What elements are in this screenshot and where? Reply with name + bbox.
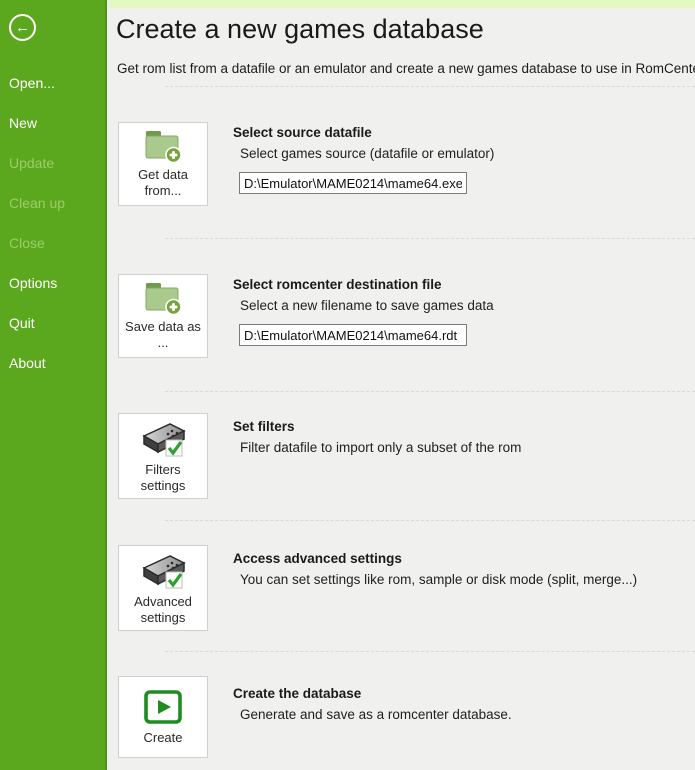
sidebar-item-close: Close xyxy=(0,223,105,263)
save-data-as-button[interactable]: Save data as ... xyxy=(118,274,208,358)
sidebar-item-open[interactable]: Open... xyxy=(0,63,105,103)
section-advanced-settings: Advanced settings Access advanced settin… xyxy=(118,545,678,631)
section-divider xyxy=(165,520,695,521)
section-divider xyxy=(165,238,695,239)
folder-add-icon xyxy=(142,130,184,164)
sidebar-item-quit[interactable]: Quit xyxy=(0,303,105,343)
destination-path-input[interactable] xyxy=(239,324,467,346)
section-description: You can set settings like rom, sample or… xyxy=(233,572,673,587)
page-title: Create a new games database xyxy=(116,14,484,45)
section-title: Create the database xyxy=(233,686,673,701)
section-title: Select source datafile xyxy=(233,125,673,140)
arrow-left-icon: ← xyxy=(15,20,30,35)
play-icon xyxy=(143,689,183,727)
chip-check-icon xyxy=(139,551,187,591)
section-description: Select games source (datafile or emulato… xyxy=(233,146,673,161)
sidebar-item-about[interactable]: About xyxy=(0,343,105,383)
section-title: Set filters xyxy=(233,419,673,434)
section-divider xyxy=(165,86,695,87)
create-button[interactable]: Create xyxy=(118,676,208,758)
create-database-page: ← Open... New Update Clean up Close Opti… xyxy=(0,0,695,770)
section-create: Create Create the database Generate and … xyxy=(118,676,678,758)
sidebar-item-clean-up: Clean up xyxy=(0,183,105,223)
advanced-settings-button[interactable]: Advanced settings xyxy=(118,545,208,631)
section-description: Generate and save as a romcenter databas… xyxy=(233,707,673,722)
sidebar-menu: Open... New Update Clean up Close Option… xyxy=(0,63,105,383)
sidebar-item-new[interactable]: New xyxy=(0,103,105,143)
sidebar: ← Open... New Update Clean up Close Opti… xyxy=(0,0,107,770)
section-divider xyxy=(165,651,695,652)
button-label: Advanced settings xyxy=(122,594,204,626)
button-label: Filters settings xyxy=(122,462,204,494)
section-title: Select romcenter destination file xyxy=(233,277,673,292)
section-destination-file: Save data as ... Select romcenter destin… xyxy=(118,274,678,358)
source-path-input[interactable] xyxy=(239,172,467,194)
section-divider xyxy=(165,391,695,392)
section-filters: Filters settings Set filters Filter data… xyxy=(118,413,678,499)
top-accent-bar xyxy=(109,0,695,8)
section-description: Select a new filename to save games data xyxy=(233,298,673,313)
folder-add-icon xyxy=(142,282,184,316)
sidebar-item-options[interactable]: Options xyxy=(0,263,105,303)
page-subtitle: Get rom list from a datafile or an emula… xyxy=(117,61,695,76)
button-label: Save data as ... xyxy=(122,319,204,351)
button-label: Create xyxy=(122,730,204,746)
sidebar-item-update: Update xyxy=(0,143,105,183)
get-data-from-button[interactable]: Get data from... xyxy=(118,122,208,206)
chip-check-icon xyxy=(139,419,187,459)
button-label: Get data from... xyxy=(122,167,204,199)
section-description: Filter datafile to import only a subset … xyxy=(233,440,673,455)
filters-settings-button[interactable]: Filters settings xyxy=(118,413,208,499)
section-title: Access advanced settings xyxy=(233,551,673,566)
back-button[interactable]: ← xyxy=(9,14,36,41)
section-source-datafile: Get data from... Select source datafile … xyxy=(118,122,678,206)
